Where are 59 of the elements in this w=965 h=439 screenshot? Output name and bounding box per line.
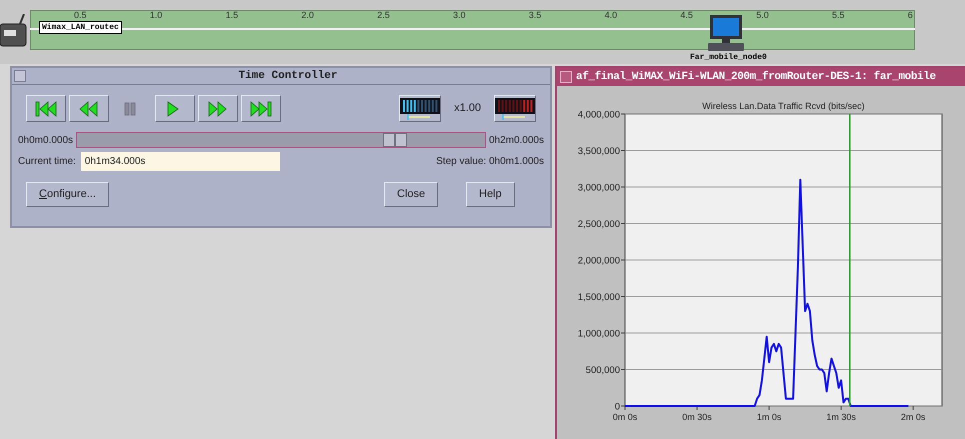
time-slider[interactable] bbox=[76, 132, 486, 148]
window-title: Time Controller bbox=[237, 68, 339, 84]
fast-forward-icon bbox=[207, 100, 229, 118]
transport-button[interactable] bbox=[198, 95, 238, 122]
y-tick-label: 4,000,000 bbox=[578, 110, 620, 120]
end-time: 0h2m0.000s bbox=[488, 134, 544, 148]
x-tick-label: 0m 30s bbox=[682, 412, 712, 422]
transport-button[interactable] bbox=[241, 95, 281, 122]
transport-button[interactable] bbox=[155, 95, 195, 122]
dialog-button[interactable]: Configure... bbox=[26, 182, 109, 207]
y-tick-label: 0 bbox=[614, 402, 620, 412]
timeline-tick-label: 2.5 bbox=[377, 11, 390, 20]
window-title: af_final_WiMAX_WiFi-WLAN_200m_fromRouter-DES-1: far_mobile bbox=[576, 70, 936, 85]
y-tick-label: 2,500,000 bbox=[578, 219, 620, 230]
window-menu-button[interactable] bbox=[14, 70, 26, 82]
transport-button[interactable] bbox=[69, 95, 109, 122]
step-value: Step value: 0h0m1.000s bbox=[436, 155, 544, 169]
timeline-tick-label: 3.0 bbox=[453, 11, 466, 20]
y-tick-label: 2,000,000 bbox=[578, 256, 620, 266]
node-label: Far_mobile_node0 bbox=[690, 53, 767, 63]
x-tick-label: 2m 0s bbox=[900, 412, 926, 422]
y-tick-label: 1,000,000 bbox=[578, 328, 620, 340]
slower-speed-icon bbox=[495, 98, 535, 120]
current-time-label: Current time: bbox=[18, 155, 76, 169]
y-tick-label: 3,500,000 bbox=[578, 146, 620, 157]
timeline-tick-label: 1.0 bbox=[150, 11, 162, 20]
timeline-tick-label: 0.5 bbox=[74, 11, 87, 20]
slower-button[interactable] bbox=[494, 95, 536, 122]
timeline-tick-label: 5.0 bbox=[756, 11, 769, 20]
timeline-tick-label: 2.0 bbox=[301, 11, 314, 20]
x-tick-label: 1m 30s bbox=[826, 412, 856, 422]
timeline-tick-label: 4.5 bbox=[680, 11, 693, 20]
router-icon bbox=[0, 14, 28, 48]
slider-thumb[interactable] bbox=[383, 133, 408, 147]
dialog-button[interactable]: Help bbox=[466, 182, 515, 207]
speed-value: x1.00 bbox=[454, 101, 481, 116]
timeline-tick-label: 5.5 bbox=[832, 11, 845, 20]
rewind-icon bbox=[35, 100, 57, 118]
y-tick-label: 500,000 bbox=[586, 365, 620, 376]
node-label: Wimax_LAN_routec bbox=[39, 21, 122, 34]
y-tick-label: 3,000,000 bbox=[578, 182, 620, 194]
dialog-button[interactable]: Close bbox=[384, 182, 438, 207]
faster-speed-icon bbox=[400, 98, 440, 120]
computer-icon bbox=[708, 14, 746, 52]
fast-forward-icon bbox=[250, 100, 272, 118]
y-tick-label: 1,500,000 bbox=[578, 292, 620, 303]
start-time: 0h0m0.000s bbox=[18, 134, 74, 148]
faster-button[interactable] bbox=[399, 95, 442, 122]
chart-title: Wireless Lan.Data Traffic Rcvd (bits/sec) bbox=[702, 101, 865, 111]
transport-button[interactable] bbox=[26, 95, 66, 122]
timeline-tick-label: 1.5 bbox=[226, 11, 238, 20]
x-tick-label: 1m 0s bbox=[756, 412, 782, 422]
rewind-icon bbox=[78, 100, 100, 118]
timeline-tick-label: 4.0 bbox=[604, 11, 618, 20]
window-menu-button[interactable] bbox=[560, 71, 572, 83]
timeline-tick-label: 6 bbox=[908, 11, 913, 20]
timeline-tick-label: 3.5 bbox=[528, 11, 542, 20]
x-tick-label: 0m 0s bbox=[612, 412, 638, 422]
current-time-field[interactable]: 0h1m34.000s bbox=[80, 152, 280, 171]
